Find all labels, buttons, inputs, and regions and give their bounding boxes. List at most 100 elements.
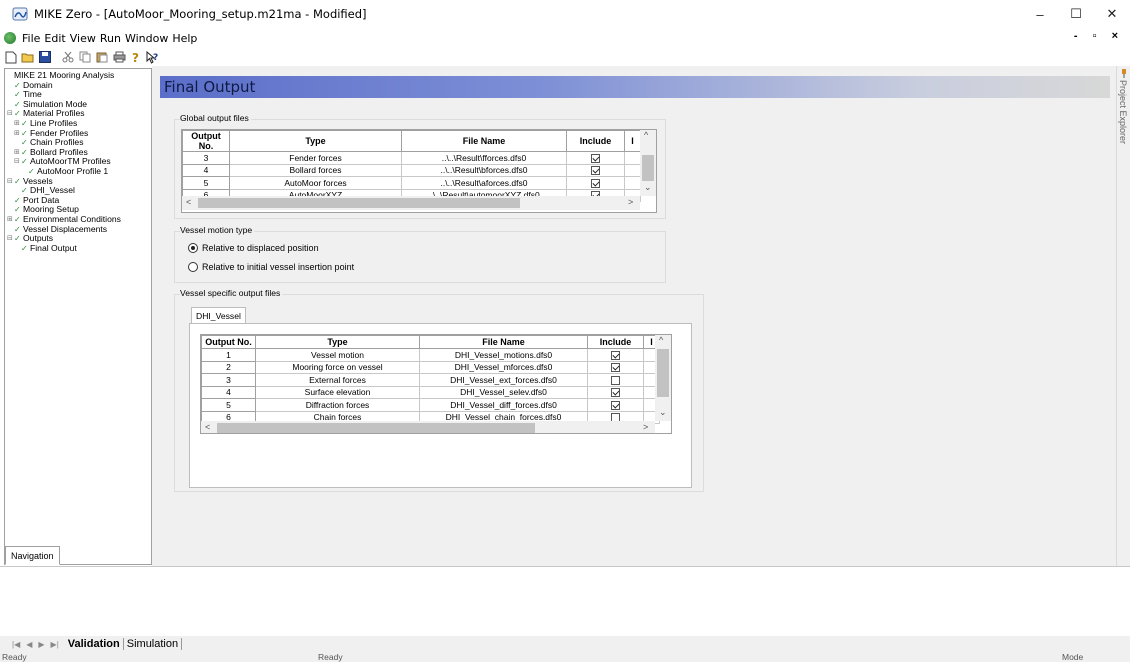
table-row[interactable]: 1 Vessel motion DHI_Vessel_motions.dfs0 <box>201 348 660 362</box>
menu-run[interactable]: Run <box>98 32 123 45</box>
new-icon[interactable] <box>4 50 18 64</box>
menu-help[interactable]: Help <box>170 32 199 45</box>
cell-no[interactable]: 5 <box>201 398 256 412</box>
radio-button[interactable] <box>188 262 198 272</box>
pin-icon[interactable] <box>1119 68 1129 78</box>
project-explorer-label[interactable]: Project Explorer <box>1118 80 1128 144</box>
cell-file[interactable]: DHI_Vessel_ext_forces.dfs0 <box>419 373 588 387</box>
cell-type[interactable]: External forces <box>255 373 420 387</box>
cell-include[interactable] <box>566 176 625 190</box>
cell-include[interactable] <box>587 373 644 387</box>
column-header[interactable]: Type <box>229 130 402 152</box>
include-checkbox[interactable] <box>591 153 600 163</box>
vessel-horizontal-scrollbar[interactable]: < > <box>201 421 655 433</box>
scroll-thumb[interactable] <box>217 423 535 433</box>
cell-extra[interactable] <box>624 151 641 165</box>
next-tab-icon[interactable]: ▶ <box>38 640 44 649</box>
cell-type[interactable]: Diffraction forces <box>255 398 420 412</box>
cell-include[interactable] <box>566 151 625 165</box>
include-checkbox[interactable] <box>611 400 620 410</box>
cell-file[interactable]: ..\..\Result\bforces.dfs0 <box>401 163 567 177</box>
menu-file[interactable]: File <box>20 32 42 45</box>
tree-item[interactable]: ⊟ ✓ Outputs <box>7 233 151 244</box>
cell-include[interactable] <box>587 398 644 412</box>
column-header[interactable]: Include <box>587 335 644 349</box>
cell-extra[interactable] <box>624 163 641 177</box>
column-header[interactable]: I <box>624 130 641 152</box>
cell-no[interactable]: 4 <box>182 163 230 177</box>
cell-file[interactable]: DHI_Vessel_motions.dfs0 <box>419 348 588 362</box>
prev-tab-icon[interactable]: ◀ <box>26 640 32 649</box>
tree-expander-icon[interactable]: ⊞ <box>14 148 21 158</box>
menu-edit[interactable]: Edit <box>42 32 67 45</box>
global-horizontal-scrollbar[interactable]: < > <box>182 196 640 210</box>
column-header[interactable]: Include <box>566 130 625 152</box>
cell-include[interactable] <box>566 163 625 177</box>
radio-button[interactable] <box>188 243 198 253</box>
menu-window[interactable]: Window <box>123 32 170 45</box>
tree-expander-icon[interactable]: ⊟ <box>7 109 14 119</box>
tree-expander-icon[interactable]: ⊟ <box>7 234 14 244</box>
minimize-button[interactable]: – <box>1022 0 1058 28</box>
radio-initial-insertion-point[interactable]: Relative to initial vessel insertion poi… <box>188 262 354 272</box>
cell-file[interactable]: DHI_Vessel_selev.dfs0 <box>419 385 588 399</box>
scroll-up-arrow[interactable]: ^ <box>659 335 663 345</box>
first-tab-icon[interactable]: |◀ <box>12 640 20 649</box>
tree-expander-icon[interactable]: ⊟ <box>14 157 21 167</box>
include-checkbox[interactable] <box>591 166 600 176</box>
tree-item[interactable]: ✓ Final Output <box>7 243 151 254</box>
column-header[interactable]: File Name <box>419 335 588 349</box>
cell-file[interactable]: ..\..\Result\aforces.dfs0 <box>401 176 567 190</box>
project-explorer-strip[interactable]: Project Explorer <box>1116 66 1130 566</box>
tab-simulation[interactable]: Simulation <box>122 638 183 650</box>
cell-include[interactable] <box>587 385 644 399</box>
scroll-thumb[interactable] <box>657 349 669 397</box>
about-icon[interactable]: ? <box>129 50 143 64</box>
cell-no[interactable]: 1 <box>201 348 256 362</box>
cell-type[interactable]: Fender forces <box>229 151 402 165</box>
cell-no[interactable]: 5 <box>182 176 230 190</box>
cell-no[interactable]: 2 <box>201 360 256 374</box>
table-row[interactable]: 4 Surface elevation DHI_Vessel_selev.dfs0 <box>201 385 660 399</box>
cell-include[interactable] <box>587 348 644 362</box>
mdi-window-controls[interactable]: - ▫ × <box>1074 30 1124 42</box>
include-checkbox[interactable] <box>591 178 600 188</box>
table-row[interactable]: 4 Bollard forces ..\..\Result\bforces.dfs0 <box>182 163 641 177</box>
cell-type[interactable]: Bollard forces <box>229 163 402 177</box>
scroll-left-arrow[interactable]: < <box>205 422 210 432</box>
scroll-up-arrow[interactable]: ^ <box>644 130 648 140</box>
tree-expander-icon[interactable]: ⊞ <box>14 129 21 139</box>
scroll-right-arrow[interactable]: > <box>643 422 648 432</box>
cell-extra[interactable] <box>624 176 641 190</box>
vessel-vertical-scrollbar[interactable]: ^ ⌄ <box>655 335 671 421</box>
tab-dhi-vessel[interactable]: DHI_Vessel <box>191 307 246 323</box>
maximize-button[interactable]: ☐ <box>1058 0 1094 28</box>
cell-file[interactable]: DHI_Vessel_mforces.dfs0 <box>419 360 588 374</box>
paste-icon[interactable] <box>95 50 109 64</box>
cut-icon[interactable] <box>61 50 75 64</box>
tree-item[interactable]: ⊟ ✓ Material Profiles <box>7 109 151 119</box>
global-output-grid[interactable]: Output No. Type File Name Include I 3 Fender … <box>181 129 657 213</box>
print-icon[interactable] <box>112 50 126 64</box>
include-checkbox[interactable] <box>611 375 620 385</box>
scroll-down-arrow[interactable]: ⌄ <box>659 407 667 418</box>
cell-type[interactable]: Mooring force on vessel <box>255 360 420 374</box>
column-header[interactable]: Output No. <box>182 130 230 152</box>
column-header[interactable]: File Name <box>401 130 567 152</box>
table-row[interactable]: 3 External forces DHI_Vessel_ext_forces.df… <box>201 373 660 387</box>
last-tab-icon[interactable]: ▶| <box>51 640 59 649</box>
include-checkbox[interactable] <box>611 388 620 398</box>
copy-icon[interactable] <box>78 50 92 64</box>
cell-file[interactable]: ..\..\Result\fforces.dfs0 <box>401 151 567 165</box>
document-icon[interactable] <box>4 32 16 44</box>
table-row[interactable]: 5 AutoMoor forces ..\..\Result\aforces.dfs… <box>182 176 641 190</box>
cell-include[interactable] <box>587 360 644 374</box>
menu-view[interactable]: View <box>68 32 98 45</box>
table-row[interactable]: 5 Diffraction forces DHI_Vessel_diff_force… <box>201 398 660 412</box>
tree-expander-icon[interactable]: ⊞ <box>14 119 21 129</box>
radio-displaced-position[interactable]: Relative to displaced position <box>188 243 319 253</box>
tree-expander-icon[interactable]: ⊟ <box>7 177 14 187</box>
tree-item[interactable]: ⊟ ✓ Vessels <box>7 176 151 187</box>
tree-expander-icon[interactable]: ⊞ <box>7 215 14 225</box>
column-header[interactable]: Type <box>255 335 420 349</box>
